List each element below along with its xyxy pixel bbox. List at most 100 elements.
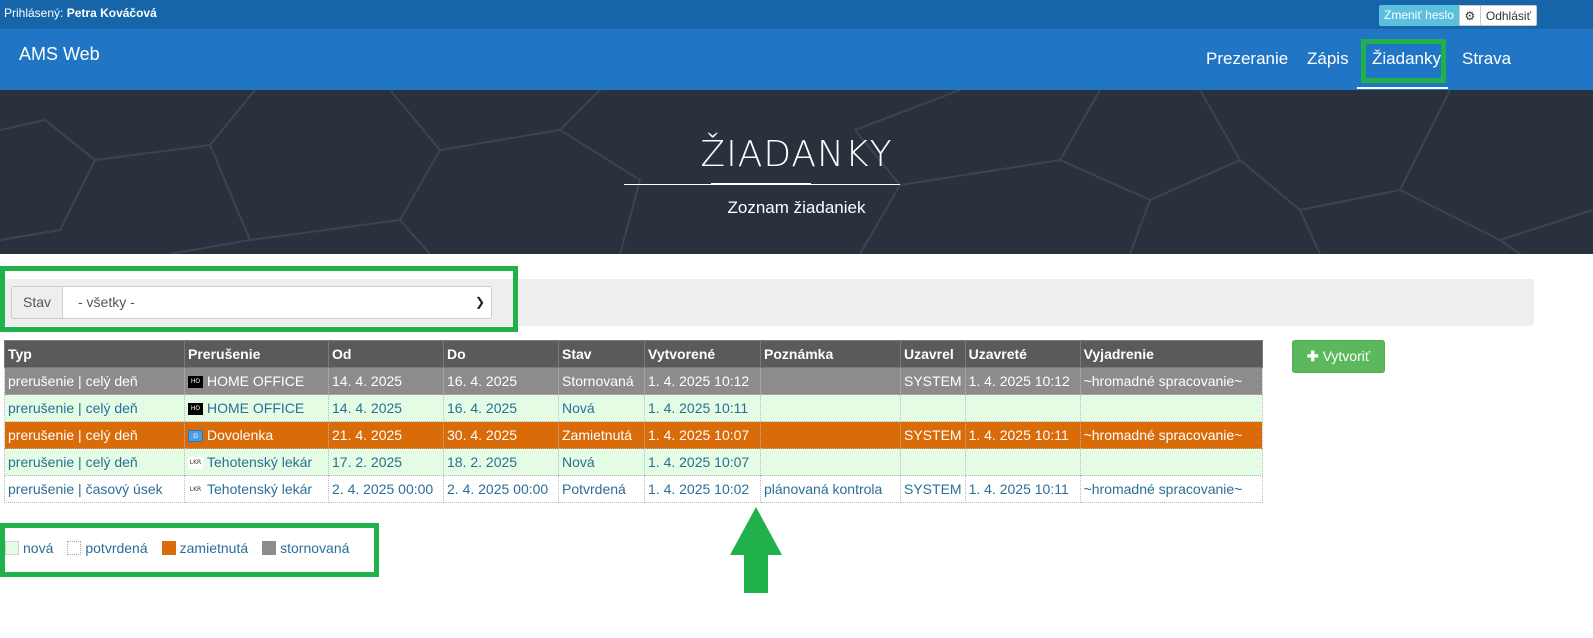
legend-label: stornovaná bbox=[280, 540, 350, 556]
cell-prerusenie-label: Tehotenský lekár bbox=[207, 454, 313, 470]
cell-uzavrete bbox=[964, 394, 1081, 422]
column-header-vytvorene[interactable]: Vytvorené bbox=[644, 340, 761, 368]
column-header-stav[interactable]: Stav bbox=[558, 340, 645, 368]
cell-vytvorene: 1. 4. 2025 10:07 bbox=[644, 448, 761, 476]
logged-in-prefix: Prihlásený: bbox=[4, 6, 64, 20]
logout-button[interactable]: Odhlásiť bbox=[1480, 5, 1538, 26]
legend-item-potvrdena: potvrdená bbox=[67, 540, 148, 556]
cell-do: 16. 4. 2025 bbox=[443, 394, 559, 422]
cell-prerusenie: LKR Tehotenský lekár bbox=[184, 475, 329, 503]
cell-typ: prerušenie | celý deň bbox=[4, 394, 185, 422]
cell-typ: prerušenie | celý deň bbox=[4, 448, 185, 476]
legend-label: potvrdená bbox=[85, 540, 148, 556]
table-row[interactable]: prerušenie | celý deň D Dovolenka 21. 4. … bbox=[4, 421, 1263, 449]
cell-do: 16. 4. 2025 bbox=[443, 367, 559, 395]
column-header-uzavrel[interactable]: Uzavrel bbox=[900, 340, 966, 368]
cell-od: 2. 4. 2025 00:00 bbox=[328, 475, 444, 503]
table-row[interactable]: prerušenie | celý deň LKR Tehotenský leká… bbox=[4, 448, 1263, 476]
requests-table: Typ Prerušenie Od Do Stav Vytvorené Pozn… bbox=[4, 340, 1263, 503]
legend-item-stornovana: stornovaná bbox=[262, 540, 349, 556]
active-nav-underline bbox=[1357, 87, 1448, 89]
nav-item-ziadanky[interactable]: Žiadanky bbox=[1372, 49, 1441, 69]
column-header-do[interactable]: Do bbox=[443, 340, 559, 368]
brand-link[interactable]: AMS Web bbox=[19, 44, 100, 65]
cell-typ: prerušenie | celý deň bbox=[4, 367, 185, 395]
legend-swatch-potvrdena bbox=[67, 541, 82, 555]
cell-od: 14. 4. 2025 bbox=[328, 367, 444, 395]
page-header-banner: ŽIADANKY Zoznam žiadaniek bbox=[0, 90, 1593, 254]
doctor-icon: LKR bbox=[188, 484, 203, 497]
cell-do: 2. 4. 2025 00:00 bbox=[443, 475, 559, 503]
nav-item-zapis[interactable]: Zápis bbox=[1307, 49, 1349, 69]
legend-swatch-zamietnuta bbox=[161, 541, 176, 555]
cell-uzavrel bbox=[900, 394, 966, 422]
main-navbar: AMS Web Prezeranie Zápis Žiadanky Strava bbox=[0, 29, 1593, 90]
nav-item-strava[interactable]: Strava bbox=[1462, 49, 1511, 69]
cell-prerusenie: HO HOME OFFICE bbox=[184, 394, 329, 422]
column-header-typ[interactable]: Typ bbox=[4, 340, 185, 368]
cell-uzavrete: 1. 4. 2025 10:12 bbox=[964, 367, 1081, 395]
legend-label: nová bbox=[23, 540, 54, 556]
cell-vytvorene: 1. 4. 2025 10:07 bbox=[644, 421, 761, 449]
logged-in-info: Prihlásený: Petra Kováčová bbox=[4, 6, 157, 20]
page-subtitle: Zoznam žiadaniek bbox=[727, 198, 866, 217]
nav-item-prezeranie[interactable]: Prezeranie bbox=[1206, 49, 1288, 69]
title-divider-accent bbox=[711, 183, 811, 185]
cell-vytvorene: 1. 4. 2025 10:12 bbox=[644, 367, 761, 395]
cell-vytvorene: 1. 4. 2025 10:02 bbox=[644, 475, 761, 503]
legend-item-zamietnuta: zamietnutá bbox=[161, 540, 249, 556]
legend-item-nova: nová bbox=[5, 540, 53, 556]
change-password-button[interactable]: Zmeniť heslo bbox=[1379, 5, 1459, 26]
cell-uzavrel: SYSTEM bbox=[900, 367, 966, 395]
cell-uzavrel bbox=[900, 448, 966, 476]
cell-vyjadrenie bbox=[1079, 448, 1263, 476]
logged-in-user: Petra Kováčová bbox=[66, 6, 157, 20]
cell-poznamka bbox=[760, 394, 901, 422]
cell-uzavrel: SYSTEM bbox=[900, 475, 966, 503]
legend-label: zamietnutá bbox=[179, 540, 249, 556]
table-row[interactable]: prerušenie | celý deň HO HOME OFFICE 14. … bbox=[4, 394, 1263, 422]
cell-vyjadrenie bbox=[1079, 394, 1263, 422]
cell-do: 18. 2. 2025 bbox=[443, 448, 559, 476]
cell-typ: prerušenie | časový úsek bbox=[4, 475, 185, 503]
cell-prerusenie-label: Tehotenský lekár bbox=[207, 481, 313, 497]
up-arrow-annotation-icon bbox=[730, 507, 782, 593]
cell-uzavrete: 1. 4. 2025 10:11 bbox=[964, 475, 1081, 503]
create-request-button[interactable]: ✚ Vytvoriť bbox=[1292, 340, 1385, 373]
table-header-row: Typ Prerušenie Od Do Stav Vytvorené Pozn… bbox=[4, 340, 1263, 368]
create-request-label: Vytvoriť bbox=[1322, 348, 1371, 364]
cell-vyjadrenie: ~hromadné spracovanie~ bbox=[1079, 475, 1263, 503]
login-bar: Prihlásený: Petra Kováčová Zmeniť heslo … bbox=[0, 0, 1593, 29]
cell-stav: Zamietnutá bbox=[558, 421, 645, 449]
table-row[interactable]: prerušenie | celý deň HO HOME OFFICE 14. … bbox=[4, 367, 1263, 395]
cell-vyjadrenie: ~hromadné spracovanie~ bbox=[1079, 367, 1263, 395]
column-header-prerusenie[interactable]: Prerušenie bbox=[184, 340, 329, 368]
table-row[interactable]: prerušenie | časový úsek LKR Tehotenský l… bbox=[4, 475, 1263, 503]
column-header-od[interactable]: Od bbox=[328, 340, 444, 368]
legend-swatch-stornovana bbox=[262, 541, 277, 555]
cell-do: 30. 4. 2025 bbox=[443, 421, 559, 449]
cell-uzavrete bbox=[964, 448, 1081, 476]
cell-prerusenie: HO HOME OFFICE bbox=[184, 367, 329, 395]
home-office-icon: HO bbox=[188, 376, 203, 389]
cell-prerusenie-label: HOME OFFICE bbox=[207, 400, 305, 416]
vacation-icon: D bbox=[188, 430, 203, 443]
cell-poznamka: plánovaná kontrola bbox=[760, 475, 901, 503]
column-header-uzavrete[interactable]: Uzavreté bbox=[964, 340, 1081, 368]
highlight-box-filter bbox=[0, 266, 518, 332]
cell-od: 21. 4. 2025 bbox=[328, 421, 444, 449]
legend-swatch-nova bbox=[5, 541, 19, 555]
cell-poznamka bbox=[760, 448, 901, 476]
plus-icon: ✚ bbox=[1306, 348, 1319, 364]
cell-stav: Potvrdená bbox=[558, 475, 645, 503]
status-legend: nová potvrdená zamietnutá stornovaná bbox=[5, 540, 363, 556]
column-header-vyjadrenie[interactable]: Vyjadrenie bbox=[1079, 340, 1263, 368]
cell-vytvorene: 1. 4. 2025 10:11 bbox=[644, 394, 761, 422]
doctor-icon: LKR bbox=[188, 457, 203, 470]
column-header-poznamka[interactable]: Poznámka bbox=[760, 340, 901, 368]
cell-od: 17. 2. 2025 bbox=[328, 448, 444, 476]
cell-vyjadrenie: ~hromadné spracovanie~ bbox=[1079, 421, 1263, 449]
cell-uzavrete: 1. 4. 2025 10:11 bbox=[964, 421, 1081, 449]
cell-prerusenie-label: HOME OFFICE bbox=[207, 373, 305, 389]
gear-icon[interactable]: ⚙ bbox=[1458, 5, 1481, 26]
